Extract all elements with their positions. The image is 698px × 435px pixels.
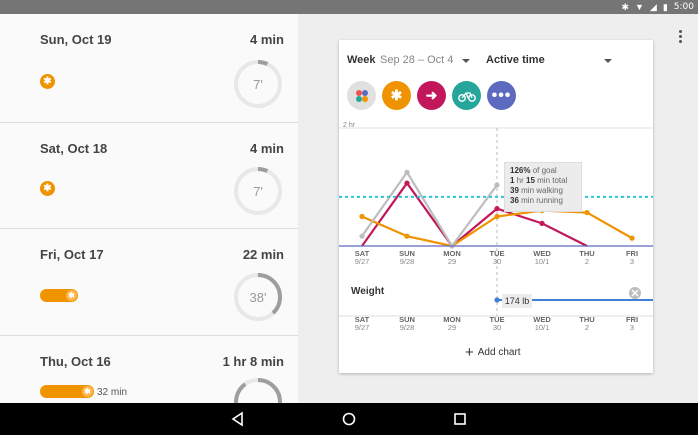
- chart-tooltip: 126% of goal 1 hr 15 min total 39 min wa…: [504, 162, 582, 212]
- status-bar: ✱ ▼ ◢ ▮ 5:00: [0, 0, 698, 14]
- data-point: [404, 180, 410, 186]
- activity-chart: 2 hrSAT9/27SAT9/27SUN9/28SUN9/28MON29MON…: [339, 122, 653, 332]
- recents-icon[interactable]: [452, 411, 468, 427]
- weight-x-tick-date: 30: [493, 323, 501, 332]
- plus-icon: +: [465, 343, 474, 361]
- weight-x-tick-date: 9/28: [400, 323, 415, 332]
- x-tick-date: 29: [448, 257, 456, 266]
- metric-select[interactable]: Active time: [486, 54, 545, 66]
- activity-bar: ✱: [40, 289, 78, 302]
- day-duration: 22 min: [242, 247, 284, 262]
- weight-x-tick-date: 3: [630, 323, 634, 332]
- ring-label: 7': [253, 76, 263, 92]
- walking-icon: ✱: [82, 386, 93, 397]
- chart-card: Week Sep 28 – Oct 4 Active time ✱ ➜ ••• …: [339, 40, 653, 373]
- activity-bar: ✱: [40, 385, 94, 398]
- signal-icon: ◢: [649, 1, 657, 12]
- progress-ring: 38': [232, 271, 284, 323]
- home-icon[interactable]: [341, 411, 357, 427]
- week-range[interactable]: Sep 28 – Oct 4: [380, 54, 453, 66]
- more-icon: •••: [491, 86, 512, 104]
- back-icon[interactable]: [230, 411, 246, 427]
- filter-all-activities[interactable]: [347, 81, 376, 110]
- battery-icon: ▮: [662, 1, 668, 12]
- walking-icon: ✱: [66, 290, 77, 301]
- weight-x-tick-date: 9/27: [355, 323, 370, 332]
- day-row[interactable]: Fri, Oct 17 22 min ✱ 38': [0, 229, 298, 336]
- data-point: [359, 233, 365, 239]
- data-point: [359, 213, 365, 220]
- filter-cycling[interactable]: [452, 81, 481, 110]
- day-row[interactable]: Sun, Oct 19 4 min ✱ 7': [0, 14, 298, 123]
- x-tick-date: 30: [493, 257, 501, 266]
- week-label[interactable]: Week: [347, 54, 376, 66]
- data-point: [494, 182, 500, 188]
- day-duration: 1 hr 8 min: [222, 354, 284, 369]
- status-time: 5:00: [673, 2, 694, 12]
- overflow-menu-icon[interactable]: [679, 30, 683, 45]
- day-list: Sun, Oct 19 4 min ✱ 7' Sat, Oct 18 4 min…: [0, 14, 298, 426]
- ring-label: 38': [249, 289, 267, 305]
- chevron-down-icon[interactable]: [604, 59, 612, 63]
- filter-walking[interactable]: ✱: [382, 81, 411, 110]
- cycling-icon: [457, 91, 476, 102]
- ring-label: 7': [253, 183, 263, 199]
- walking-icon: ✱: [390, 87, 403, 103]
- x-tick-date: 9/27: [355, 257, 370, 266]
- x-tick-date: 3: [630, 257, 634, 266]
- weight-x-tick-date: 2: [585, 323, 589, 332]
- weight-x-tick-date: 10/1: [535, 323, 550, 332]
- data-point: [584, 209, 590, 216]
- bar-caption: 32 min: [97, 387, 128, 398]
- weight-x-tick-date: 29: [448, 323, 456, 332]
- bluetooth-icon: ✱: [621, 1, 629, 12]
- data-point: [494, 213, 500, 220]
- x-tick-date: 10/1: [535, 257, 550, 266]
- day-date: Thu, Oct 16: [40, 354, 111, 369]
- weight-value-label: 174 lb: [502, 294, 532, 308]
- add-chart-button[interactable]: + Add chart: [465, 343, 521, 361]
- day-duration: 4 min: [250, 141, 284, 156]
- multi-dot-icon: [355, 89, 368, 102]
- x-tick-date: 9/28: [400, 257, 415, 266]
- data-point: [539, 220, 545, 226]
- day-row[interactable]: Thu, Oct 16 1 hr 8 min ✱ 32 min: [0, 336, 298, 426]
- card-header: Week Sep 28 – Oct 4 Active time: [339, 40, 653, 78]
- data-point: [404, 169, 410, 175]
- progress-ring: 7': [232, 165, 284, 217]
- y-tick-label: 2 hr: [343, 122, 356, 129]
- day-row[interactable]: Sat, Oct 18 4 min ✱ 7': [0, 123, 298, 229]
- walking-icon: ✱: [40, 181, 55, 196]
- chevron-down-icon[interactable]: [462, 59, 470, 63]
- weight-point: [494, 297, 500, 303]
- running-icon: ➜: [425, 87, 438, 103]
- data-point: [494, 206, 500, 212]
- data-point: [629, 235, 635, 241]
- weight-title: Weight: [351, 286, 385, 297]
- wifi-icon: ▼: [634, 2, 644, 12]
- data-point: [404, 233, 410, 239]
- navigation-bar: [0, 403, 698, 435]
- day-date: Sun, Oct 19: [40, 32, 112, 47]
- walking-icon: ✱: [40, 74, 55, 89]
- filter-running[interactable]: ➜: [417, 81, 446, 110]
- day-duration: 4 min: [250, 32, 284, 47]
- x-tick-date: 2: [585, 257, 589, 266]
- filter-more[interactable]: •••: [487, 81, 516, 110]
- day-date: Sat, Oct 18: [40, 141, 108, 156]
- add-chart-label: Add chart: [477, 347, 521, 358]
- series-line: [361, 171, 498, 248]
- day-date: Fri, Oct 17: [40, 247, 104, 262]
- progress-ring: 7': [232, 58, 284, 110]
